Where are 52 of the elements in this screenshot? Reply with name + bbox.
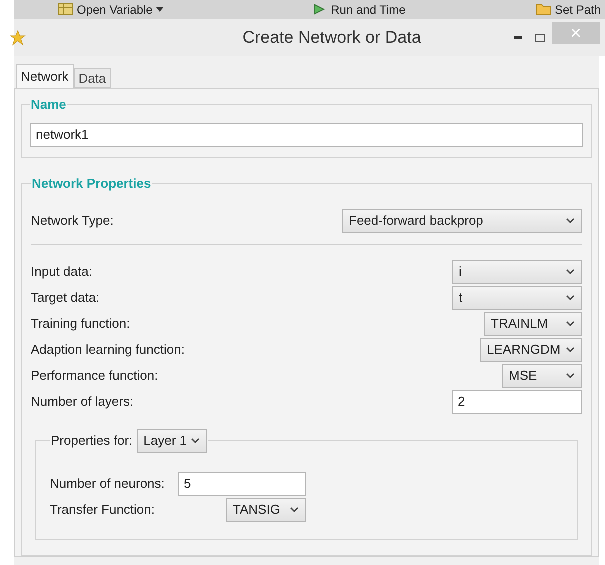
tab[interactable]: Network xyxy=(16,64,74,88)
input-field[interactable]: 2 xyxy=(452,390,582,414)
minimize-icon xyxy=(514,36,522,39)
dropdown-value: t xyxy=(459,288,463,307)
folder-icon xyxy=(536,3,552,16)
dropdown-value: TANSIG xyxy=(233,500,280,519)
toolbar-button[interactable]: Open Variable xyxy=(58,0,153,18)
chevron-down-icon xyxy=(290,506,299,512)
dropdown-value: MSE xyxy=(509,366,538,385)
input-field[interactable]: 5 xyxy=(178,472,306,496)
table-icon xyxy=(58,3,74,16)
close-icon xyxy=(572,28,580,36)
dropdown-value: i xyxy=(459,262,462,281)
chevron-down-icon xyxy=(566,320,575,326)
chevron-down-icon xyxy=(566,346,575,352)
chevron-down-icon xyxy=(566,218,575,224)
chevron-down-icon xyxy=(566,268,575,274)
tab[interactable]: Data xyxy=(74,68,112,88)
group-title: Network Properties xyxy=(31,175,152,193)
dropdown[interactable]: t xyxy=(452,286,582,310)
field-label: Number of neurons: xyxy=(50,474,166,493)
dropdown-value: TRAINLM xyxy=(491,314,548,333)
maximize-icon xyxy=(535,34,545,42)
dropdown[interactable]: Layer 1 xyxy=(136,428,207,452)
dropdown[interactable]: MSE xyxy=(502,364,582,388)
dropdown-value: Feed-forward backprop xyxy=(349,212,484,230)
field-label: Input data: xyxy=(31,262,92,281)
chevron-down-icon xyxy=(190,438,200,444)
dropdown-value: LEARNGDM xyxy=(487,340,561,359)
dropdown[interactable]: LEARNGDM xyxy=(480,338,582,362)
field-label: Number of layers: xyxy=(31,392,134,411)
dropdown[interactable]: Feed-forward backprop xyxy=(342,208,582,232)
dropdown-value: Layer 1 xyxy=(144,432,188,450)
field-label: Properties for: xyxy=(51,432,133,450)
chevron-down-icon xyxy=(566,372,575,378)
field-label: Target data: xyxy=(31,288,100,307)
chevron-down-icon xyxy=(566,294,575,300)
field-label: Training function: xyxy=(31,314,130,333)
input-field[interactable]: network1 xyxy=(30,122,583,146)
window-title: Create Network or Data xyxy=(242,26,422,49)
field-label: Performance function: xyxy=(31,366,158,385)
dropdown[interactable]: TRAINLM xyxy=(484,312,582,336)
dropdown[interactable]: TANSIG xyxy=(226,498,306,522)
field-label: Transfer Function: xyxy=(50,500,156,519)
dropdown[interactable]: i xyxy=(452,260,582,284)
toolbar-button[interactable]: Run and Time xyxy=(312,0,406,18)
dropdown-arrow-icon xyxy=(156,7,164,12)
group-title: Name xyxy=(30,96,68,114)
field-label: Adaption learning function: xyxy=(31,340,185,359)
star-icon xyxy=(10,30,26,46)
toolbar-button[interactable]: Set Path xyxy=(536,0,601,18)
field-label: Network Type: xyxy=(31,212,114,230)
